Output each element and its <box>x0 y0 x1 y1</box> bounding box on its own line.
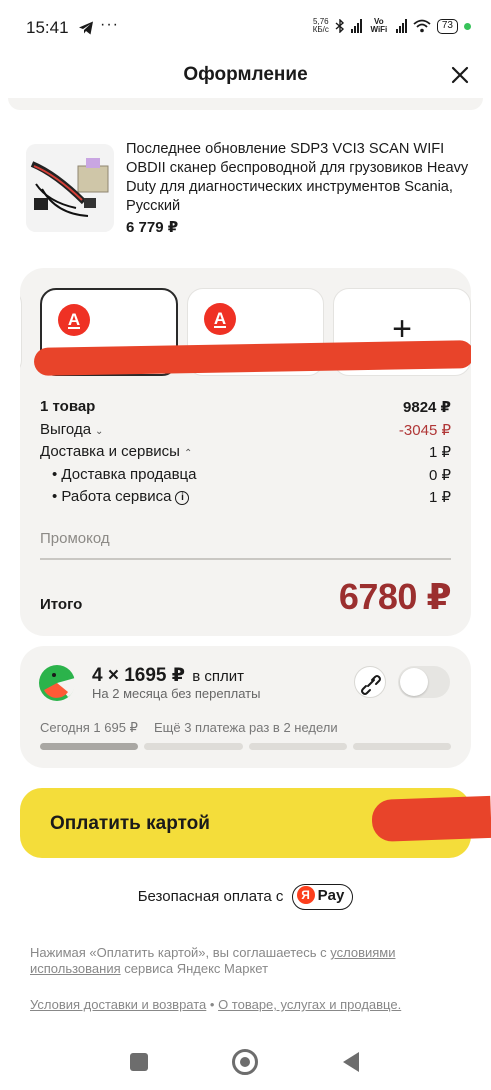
split-toggle[interactable] <box>398 666 450 698</box>
payment-method-prev[interactable] <box>20 288 22 376</box>
yandex-icon: Я <box>296 886 315 904</box>
vowifi-icon: Vo WiFi <box>370 17 388 34</box>
product-title: Последнее обновление SDP3 VCI3 SCAN WIFI… <box>126 141 469 214</box>
benefit-row[interactable]: Выгода ⌄ -3045 ₽ <box>40 419 451 442</box>
service-work-row: • Работа сервиса i 1 ₽ <box>40 486 451 509</box>
network-speed-unit: КБ/с <box>312 25 329 34</box>
status-bar: 15:41 ··· 5,76 КБ/с Vo WiFi 73 <box>0 0 491 56</box>
seller-delivery-label-wrap: • Доставка продавца <box>52 465 197 483</box>
split-link-button[interactable] <box>354 666 386 698</box>
split-logo-icon <box>39 665 76 701</box>
header: Оформление <box>0 56 491 96</box>
more-notifications-icon: ··· <box>100 16 119 33</box>
items-label: 1 товар <box>40 398 96 415</box>
pay-button-label: Оплатить картой <box>50 813 210 834</box>
about-link[interactable]: О товаре, услугах и продавце. <box>218 997 401 1012</box>
split-subtitle: На 2 месяца без переплаты <box>92 686 261 701</box>
delivery-label-wrap: Доставка и сервисы ⌃ <box>40 443 192 460</box>
info-icon[interactable]: i <box>175 491 190 505</box>
product-item[interactable]: Последнее обновление SDP3 VCI3 SCAN WIFI… <box>26 140 471 240</box>
split-segment <box>144 743 243 750</box>
split-segment <box>248 743 347 750</box>
toggle-knob <box>400 668 428 696</box>
pay-text: Pay <box>317 887 345 904</box>
recent-apps-button[interactable] <box>130 1053 148 1071</box>
benefit-label: Выгода <box>40 420 92 438</box>
service-work-label: Работа сервиса <box>61 488 172 505</box>
delivery-row[interactable]: Доставка и сервисы ⌃ 1 ₽ <box>40 441 451 464</box>
total-value: 6780 ₽ <box>338 576 452 617</box>
benefit-label-wrap: Выгода ⌄ <box>40 421 103 438</box>
signal-icon <box>350 19 362 33</box>
items-value: 9824 ₽ <box>403 399 451 416</box>
split-title-tail: в сплит <box>192 668 245 685</box>
split-amount: 4 × 1695 ₽ <box>92 665 185 686</box>
split-rest: Ещё 3 платежа раз в 2 недели <box>154 720 338 735</box>
footer-links: Условия доставки и возврата • О товаре, … <box>30 997 470 1012</box>
alfa-bank-icon: А <box>58 304 90 336</box>
seller-delivery-row: • Доставка продавца 0 ₽ <box>40 464 451 487</box>
delivery-returns-link[interactable]: Условия доставки и возврата <box>30 997 206 1012</box>
secure-text: Безопасная оплата с <box>137 887 284 905</box>
back-button[interactable] <box>343 1052 359 1072</box>
scanner-cable-image <box>26 144 114 232</box>
benefit-value: -3045 ₽ <box>398 421 451 439</box>
network-speed: 5,76 КБ/с <box>313 18 329 34</box>
product-image <box>26 144 114 232</box>
delivery-value: 1 ₽ <box>428 444 451 461</box>
telegram-icon <box>79 21 93 35</box>
promo-code-input[interactable]: Промокод <box>40 530 451 560</box>
split-title: 4 × 1695 ₽ в сплит <box>92 664 244 687</box>
previous-card-edge <box>8 98 483 110</box>
service-work-value: 1 ₽ <box>428 489 451 506</box>
alfa-bank-icon: А <box>204 303 236 335</box>
close-icon[interactable] <box>447 62 473 88</box>
split-card: 4 × 1695 ₽ в сплит На 2 месяца без переп… <box>20 646 471 768</box>
total-label: Итого <box>40 596 83 613</box>
link-icon <box>361 675 381 695</box>
service-work-label-wrap: • Работа сервиса i <box>52 488 190 505</box>
seller-delivery-value: 0 ₽ <box>428 466 451 484</box>
legal-notice: Нажимая «Оплатить картой», вы соглашаете… <box>30 945 460 977</box>
split-today: Сегодня 1 695 ₽ <box>40 720 138 735</box>
secure-payment: Безопасная оплата с Я Pay <box>0 884 491 910</box>
privacy-dot <box>464 22 471 30</box>
product-price: 6 779 ₽ <box>126 219 179 236</box>
order-summary-card: А А + 1 товар 9824 ₽ Выгода ⌄ -3045 ₽ Дос… <box>20 268 471 636</box>
redaction-mark-2 <box>371 795 491 843</box>
delivery-label: Доставка и сервисы <box>40 443 180 460</box>
battery-icon: 73 <box>436 18 458 34</box>
bluetooth-icon <box>335 19 344 33</box>
yandex-pay-badge: Я Pay <box>291 884 354 910</box>
status-time: 15:41 <box>26 18 69 37</box>
system-nav-bar <box>0 1040 491 1090</box>
wifi-icon <box>413 19 431 33</box>
chevron-up-icon: ⌃ <box>183 448 193 459</box>
chevron-down-icon: ⌄ <box>95 425 104 437</box>
page-title: Оформление <box>183 64 308 85</box>
status-right: 5,76 КБ/с Vo WiFi 73 <box>313 18 471 34</box>
items-row: 1 товар 9824 ₽ <box>40 396 451 419</box>
price-breakdown: 1 товар 9824 ₽ Выгода ⌄ -3045 ₽ Доставка … <box>40 396 451 509</box>
seller-delivery-label: Доставка продавца <box>61 465 197 483</box>
links-separator: • <box>206 997 219 1012</box>
split-segment <box>352 743 451 750</box>
signal-icon-2 <box>395 19 407 33</box>
legal-suffix: сервиса Яндекс Маркет <box>120 961 269 976</box>
legal-prefix: Нажимая «Оплатить картой», вы соглашаете… <box>30 945 331 960</box>
split-segment <box>40 743 139 750</box>
home-button[interactable] <box>232 1049 258 1075</box>
